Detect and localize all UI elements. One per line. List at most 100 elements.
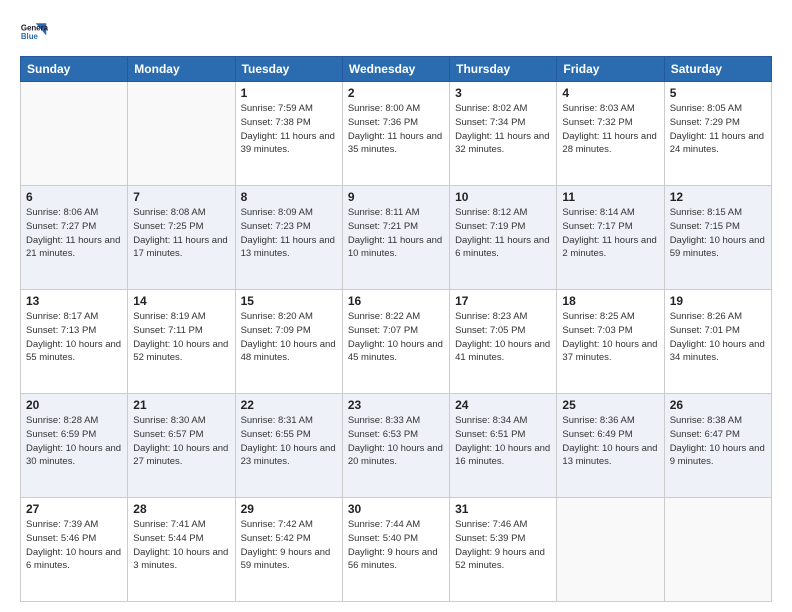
day-number: 16 [348, 294, 444, 308]
calendar-week-row: 1 Sunrise: 7:59 AM Sunset: 7:38 PM Daylig… [21, 82, 772, 186]
calendar-cell [557, 498, 664, 602]
day-info: Sunrise: 8:03 AM Sunset: 7:32 PM Dayligh… [562, 102, 658, 157]
day-info: Sunrise: 8:15 AM Sunset: 7:15 PM Dayligh… [670, 206, 766, 261]
day-number: 3 [455, 86, 551, 100]
day-info: Sunrise: 8:12 AM Sunset: 7:19 PM Dayligh… [455, 206, 551, 261]
weekday-header: Tuesday [235, 57, 342, 82]
calendar-cell: 26 Sunrise: 8:38 AM Sunset: 6:47 PM Dayli… [664, 394, 771, 498]
svg-text:Blue: Blue [21, 32, 39, 41]
day-info: Sunrise: 7:41 AM Sunset: 5:44 PM Dayligh… [133, 518, 229, 573]
day-number: 7 [133, 190, 229, 204]
day-number: 17 [455, 294, 551, 308]
day-number: 9 [348, 190, 444, 204]
calendar-cell: 27 Sunrise: 7:39 AM Sunset: 5:46 PM Dayli… [21, 498, 128, 602]
logo: General Blue [20, 18, 52, 46]
calendar-cell: 20 Sunrise: 8:28 AM Sunset: 6:59 PM Dayli… [21, 394, 128, 498]
day-number: 2 [348, 86, 444, 100]
calendar-cell: 19Sunrise: 8:26 AM Sunset: 7:01 PM Dayli… [664, 290, 771, 394]
day-number: 1 [241, 86, 337, 100]
day-number: 23 [348, 398, 444, 412]
day-info: Sunrise: 8:28 AM Sunset: 6:59 PM Dayligh… [26, 414, 122, 469]
day-number: 27 [26, 502, 122, 516]
day-number: 20 [26, 398, 122, 412]
day-number: 25 [562, 398, 658, 412]
svg-text:General: General [21, 23, 48, 32]
calendar-cell: 11 Sunrise: 8:14 AM Sunset: 7:17 PM Dayli… [557, 186, 664, 290]
day-number: 5 [670, 86, 766, 100]
calendar-cell [128, 82, 235, 186]
day-number: 11 [562, 190, 658, 204]
calendar-cell: 30Sunrise: 7:44 AM Sunset: 5:40 PM Dayli… [342, 498, 449, 602]
day-number: 29 [241, 502, 337, 516]
day-number: 21 [133, 398, 229, 412]
calendar-cell: 13Sunrise: 8:17 AM Sunset: 7:13 PM Dayli… [21, 290, 128, 394]
calendar-cell: 23 Sunrise: 8:33 AM Sunset: 6:53 PM Dayli… [342, 394, 449, 498]
header: General Blue [20, 18, 772, 46]
calendar-cell: 5 Sunrise: 8:05 AM Sunset: 7:29 PM Daylig… [664, 82, 771, 186]
day-info: Sunrise: 8:31 AM Sunset: 6:55 PM Dayligh… [241, 414, 337, 469]
weekday-header: Sunday [21, 57, 128, 82]
calendar-cell: 17 Sunrise: 8:23 AM Sunset: 7:05 PM Dayli… [450, 290, 557, 394]
day-info: Sunrise: 8:09 AM Sunset: 7:23 PM Dayligh… [241, 206, 337, 261]
weekday-header: Thursday [450, 57, 557, 82]
calendar-week-row: 27 Sunrise: 7:39 AM Sunset: 5:46 PM Dayli… [21, 498, 772, 602]
calendar-week-row: 6 Sunrise: 8:06 AM Sunset: 7:27 PM Daylig… [21, 186, 772, 290]
calendar-cell: 14 Sunrise: 8:19 AM Sunset: 7:11 PM Dayli… [128, 290, 235, 394]
day-info: Sunrise: 8:25 AM Sunset: 7:03 PM Dayligh… [562, 310, 658, 365]
calendar-header-row: SundayMondayTuesdayWednesdayThursdayFrid… [21, 57, 772, 82]
calendar-cell: 9 Sunrise: 8:11 AM Sunset: 7:21 PM Daylig… [342, 186, 449, 290]
calendar-cell: 12 Sunrise: 8:15 AM Sunset: 7:15 PM Dayli… [664, 186, 771, 290]
day-info: Sunrise: 8:08 AM Sunset: 7:25 PM Dayligh… [133, 206, 229, 261]
page: General Blue SundayMondayTuesdayWednesda… [0, 0, 792, 612]
calendar-cell: 18 Sunrise: 8:25 AM Sunset: 7:03 PM Dayli… [557, 290, 664, 394]
calendar-cell: 29 Sunrise: 7:42 AM Sunset: 5:42 PM Dayli… [235, 498, 342, 602]
day-number: 24 [455, 398, 551, 412]
calendar-cell: 28 Sunrise: 7:41 AM Sunset: 5:44 PM Dayli… [128, 498, 235, 602]
day-number: 30 [348, 502, 444, 516]
day-info: Sunrise: 7:42 AM Sunset: 5:42 PM Dayligh… [241, 518, 337, 573]
calendar-week-row: 13Sunrise: 8:17 AM Sunset: 7:13 PM Dayli… [21, 290, 772, 394]
calendar-cell: 10 Sunrise: 8:12 AM Sunset: 7:19 PM Dayli… [450, 186, 557, 290]
day-info: Sunrise: 8:34 AM Sunset: 6:51 PM Dayligh… [455, 414, 551, 469]
day-number: 28 [133, 502, 229, 516]
day-info: Sunrise: 8:06 AM Sunset: 7:27 PM Dayligh… [26, 206, 122, 261]
day-number: 10 [455, 190, 551, 204]
day-number: 14 [133, 294, 229, 308]
calendar-cell: 16 Sunrise: 8:22 AM Sunset: 7:07 PM Dayli… [342, 290, 449, 394]
day-info: Sunrise: 7:39 AM Sunset: 5:46 PM Dayligh… [26, 518, 122, 573]
logo-icon: General Blue [20, 18, 48, 46]
calendar-cell [21, 82, 128, 186]
day-info: Sunrise: 8:30 AM Sunset: 6:57 PM Dayligh… [133, 414, 229, 469]
calendar-cell: 22Sunrise: 8:31 AM Sunset: 6:55 PM Dayli… [235, 394, 342, 498]
day-info: Sunrise: 8:05 AM Sunset: 7:29 PM Dayligh… [670, 102, 766, 157]
day-info: Sunrise: 8:38 AM Sunset: 6:47 PM Dayligh… [670, 414, 766, 469]
calendar-cell: 21 Sunrise: 8:30 AM Sunset: 6:57 PM Dayli… [128, 394, 235, 498]
day-number: 6 [26, 190, 122, 204]
calendar-cell: 6 Sunrise: 8:06 AM Sunset: 7:27 PM Daylig… [21, 186, 128, 290]
day-info: Sunrise: 8:36 AM Sunset: 6:49 PM Dayligh… [562, 414, 658, 469]
calendar-cell: 31Sunrise: 7:46 AM Sunset: 5:39 PM Dayli… [450, 498, 557, 602]
day-number: 26 [670, 398, 766, 412]
day-info: Sunrise: 8:14 AM Sunset: 7:17 PM Dayligh… [562, 206, 658, 261]
day-info: Sunrise: 8:02 AM Sunset: 7:34 PM Dayligh… [455, 102, 551, 157]
day-info: Sunrise: 8:20 AM Sunset: 7:09 PM Dayligh… [241, 310, 337, 365]
day-number: 12 [670, 190, 766, 204]
calendar-cell: 1 Sunrise: 7:59 AM Sunset: 7:38 PM Daylig… [235, 82, 342, 186]
calendar-table: SundayMondayTuesdayWednesdayThursdayFrid… [20, 56, 772, 602]
calendar-cell: 4 Sunrise: 8:03 AM Sunset: 7:32 PM Daylig… [557, 82, 664, 186]
day-number: 13 [26, 294, 122, 308]
day-info: Sunrise: 7:46 AM Sunset: 5:39 PM Dayligh… [455, 518, 551, 573]
day-info: Sunrise: 8:23 AM Sunset: 7:05 PM Dayligh… [455, 310, 551, 365]
day-info: Sunrise: 8:19 AM Sunset: 7:11 PM Dayligh… [133, 310, 229, 365]
day-info: Sunrise: 7:59 AM Sunset: 7:38 PM Dayligh… [241, 102, 337, 157]
day-info: Sunrise: 8:11 AM Sunset: 7:21 PM Dayligh… [348, 206, 444, 261]
weekday-header: Saturday [664, 57, 771, 82]
weekday-header: Monday [128, 57, 235, 82]
weekday-header: Friday [557, 57, 664, 82]
day-info: Sunrise: 8:22 AM Sunset: 7:07 PM Dayligh… [348, 310, 444, 365]
calendar-cell: 24 Sunrise: 8:34 AM Sunset: 6:51 PM Dayli… [450, 394, 557, 498]
day-number: 18 [562, 294, 658, 308]
calendar-cell: 7 Sunrise: 8:08 AM Sunset: 7:25 PM Daylig… [128, 186, 235, 290]
day-number: 4 [562, 86, 658, 100]
day-info: Sunrise: 8:33 AM Sunset: 6:53 PM Dayligh… [348, 414, 444, 469]
